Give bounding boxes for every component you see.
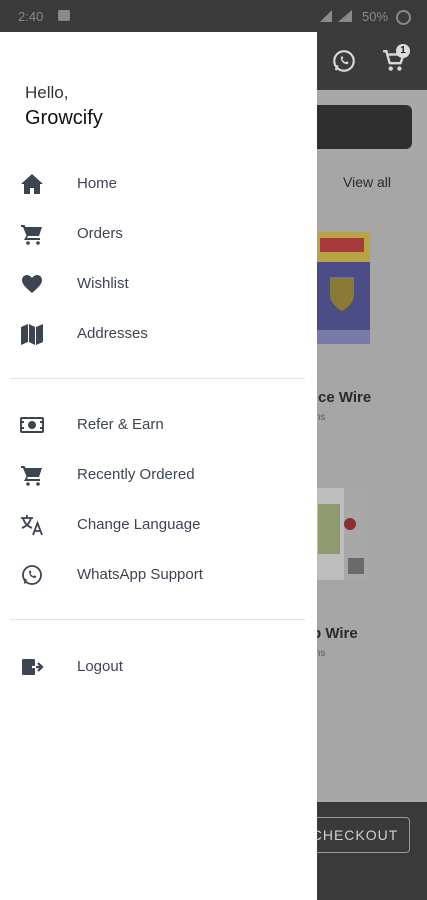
drawer-item-logout[interactable]: Logout (0, 642, 317, 692)
user-name: Growcify (25, 107, 103, 129)
money-icon (20, 417, 44, 433)
drawer-item-label: Recently Ordered (77, 466, 195, 483)
drawer-item-recently-ordered[interactable]: Recently Ordered (0, 450, 317, 500)
status-time: 2:40 (18, 9, 44, 24)
signal-icon (320, 10, 352, 22)
drawer-item-wishlist[interactable]: Wishlist (0, 259, 317, 309)
divider (10, 619, 305, 620)
status-bar: 2:40 50% (0, 0, 427, 32)
logout-icon (22, 659, 44, 675)
cart-icon (21, 225, 42, 245)
drawer-item-whatsapp-support[interactable]: WhatsApp Support (0, 550, 317, 600)
cart-badge: 1 (396, 44, 410, 58)
greeting: Hello, (25, 83, 69, 102)
battery-icon (396, 10, 411, 25)
drawer-item-refer-earn[interactable]: Refer & Earn (0, 400, 317, 450)
whatsapp-icon[interactable] (331, 48, 357, 74)
cart-icon (21, 466, 42, 486)
drawer-item-label: Home (77, 175, 118, 192)
drawer-item-label: Orders (77, 225, 123, 242)
view-all-link[interactable]: View all (343, 174, 391, 190)
drawer-item-change-language[interactable]: Change Language (0, 500, 317, 550)
drawer-item-label: Logout (77, 658, 123, 675)
whatsapp-icon (22, 565, 42, 585)
notification-icon (58, 10, 70, 21)
drawer-item-label: WhatsApp Support (77, 566, 203, 583)
product-name[interactable]: ce Wire (318, 389, 371, 406)
map-icon (21, 324, 43, 345)
product-image[interactable] (312, 484, 370, 584)
translate-icon (21, 515, 43, 536)
product-image[interactable] (312, 222, 372, 352)
drawer-item-label: Wishlist (77, 275, 129, 292)
drawer-item-home[interactable]: Home (0, 159, 317, 209)
heart-icon (22, 275, 42, 293)
divider (10, 378, 305, 379)
drawer-item-label: Addresses (77, 325, 148, 342)
drawer-item-label: Refer & Earn (77, 416, 164, 433)
home-icon (21, 174, 43, 194)
drawer-item-addresses[interactable]: Addresses (0, 309, 317, 359)
product-name[interactable]: b Wire (312, 625, 358, 642)
drawer-item-orders[interactable]: Orders (0, 209, 317, 259)
drawer-item-label: Change Language (77, 516, 201, 533)
battery-level: 50% (362, 9, 389, 24)
navigation-drawer: Hello, Growcify Home Orders Wishlist Add… (0, 32, 317, 900)
